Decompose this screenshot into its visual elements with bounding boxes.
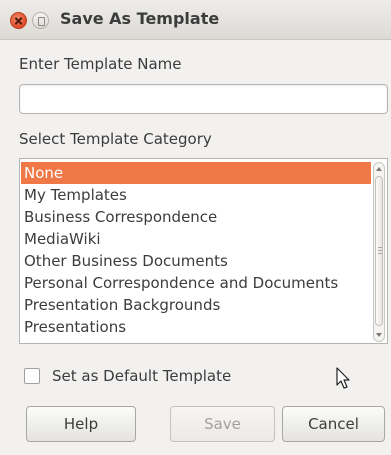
template-category-label: Select Template Category: [19, 130, 212, 148]
list-item-my-templates[interactable]: My Templates: [21, 184, 371, 206]
cancel-button[interactable]: Cancel: [282, 406, 385, 442]
grip-line: [378, 250, 382, 251]
template-category-list[interactable]: None My Templates Business Correspondenc…: [19, 158, 388, 344]
title-bar: Save As Template: [0, 0, 391, 40]
window-title: Save As Template: [60, 9, 220, 28]
scroll-down-arrow-icon[interactable]: [376, 333, 382, 337]
list-item-other-business-documents[interactable]: Other Business Documents: [21, 250, 371, 272]
list-item-mediawiki[interactable]: MediaWiki: [21, 228, 371, 250]
grip-line: [378, 253, 382, 254]
list-item-presentations[interactable]: Presentations: [21, 316, 371, 338]
list-item-business-correspondence[interactable]: Business Correspondence: [21, 206, 371, 228]
list-scrollbar[interactable]: [373, 162, 385, 342]
category-list-items: None My Templates Business Correspondenc…: [21, 162, 371, 338]
minimize-window-icon[interactable]: [32, 12, 49, 29]
help-button[interactable]: Help: [26, 406, 136, 442]
default-template-checkbox-label[interactable]: Set as Default Template: [52, 367, 231, 385]
close-window-icon[interactable]: [10, 12, 27, 29]
list-item-none[interactable]: None: [21, 162, 371, 184]
scroll-up-arrow-icon[interactable]: [376, 167, 382, 171]
template-name-input[interactable]: [19, 84, 388, 114]
grip-line: [378, 247, 382, 248]
save-button[interactable]: Save: [170, 406, 275, 442]
list-item-presentation-backgrounds[interactable]: Presentation Backgrounds: [21, 294, 371, 316]
list-item-personal-correspondence[interactable]: Personal Correspondence and Documents: [21, 272, 371, 294]
template-name-label: Enter Template Name: [19, 55, 182, 73]
mouse-pointer-icon: [336, 367, 350, 389]
default-template-checkbox[interactable]: [24, 368, 40, 384]
scroll-thumb[interactable]: [375, 176, 383, 326]
